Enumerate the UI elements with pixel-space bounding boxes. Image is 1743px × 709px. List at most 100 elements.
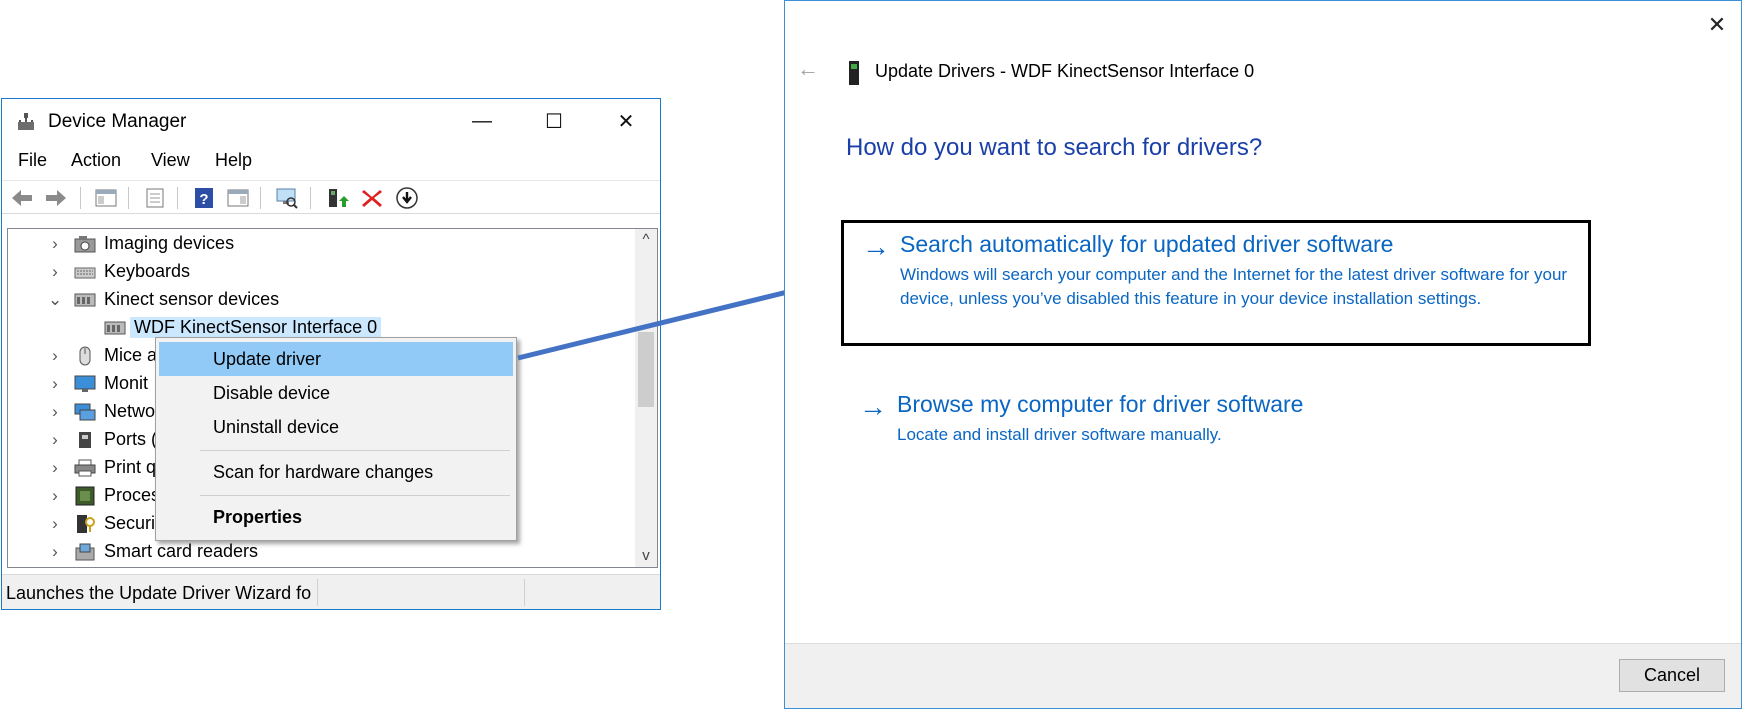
back-arrow-icon[interactable] <box>10 187 34 209</box>
tree-item-smart-card-readers[interactable]: › Smart card readers <box>8 538 628 566</box>
menu-separator <box>200 495 510 496</box>
collapse-chevron-icon[interactable]: ⌄ <box>48 290 62 310</box>
close-icon[interactable]: ✕ <box>1695 3 1739 47</box>
menu-item-label: Properties <box>213 507 303 527</box>
tree-item-label: Proces <box>104 485 161 505</box>
expand-chevron-icon[interactable]: › <box>48 374 62 394</box>
dialog-header: Update Drivers - WDF KinectSensor Interf… <box>875 61 1255 81</box>
menu-item-update-driver[interactable]: Update driver <box>159 342 513 376</box>
update-driver-icon[interactable] <box>325 187 349 209</box>
toolbar: ? <box>2 180 660 214</box>
printer-icon <box>74 459 96 477</box>
menu-item-scan-hardware[interactable]: Scan for hardware changes <box>159 455 513 489</box>
forward-arrow-icon[interactable] <box>44 187 68 209</box>
menu-item-label: Uninstall device <box>213 417 340 437</box>
title-bar[interactable]: Device Manager — ☐ ✕ <box>2 99 660 143</box>
cancel-button[interactable]: Cancel <box>1619 659 1725 692</box>
toolbar-separator <box>80 187 81 209</box>
window-title: Device Manager <box>48 111 187 132</box>
properties-icon[interactable] <box>143 187 167 209</box>
tree-item-label: Ports ( <box>104 429 158 449</box>
show-hide-console-tree-icon[interactable] <box>94 187 118 209</box>
menu-item-label: Update driver <box>213 349 322 369</box>
menu-item-label: Scan for hardware changes <box>213 462 434 482</box>
menu-action[interactable]: Action <box>71 150 121 171</box>
menu-item-uninstall-device[interactable]: Uninstall device <box>159 410 513 444</box>
expand-chevron-icon[interactable]: › <box>48 486 62 506</box>
network-icon <box>74 403 96 421</box>
tree-item-label: Netwo <box>104 401 156 421</box>
status-divider <box>524 579 525 606</box>
tree-item-imaging-devices[interactable]: › Imaging devices <box>8 230 628 258</box>
maximize-button[interactable]: ☐ <box>522 99 586 143</box>
expand-chevron-icon[interactable]: › <box>48 402 62 422</box>
expand-chevron-icon[interactable]: › <box>48 262 62 282</box>
tree-item-label: Imaging devices <box>104 233 235 253</box>
toolbar-separator <box>128 187 129 209</box>
port-icon <box>79 432 91 448</box>
menu-item-properties[interactable]: Properties <box>159 500 513 534</box>
status-text: Launches the Update Driver Wizard fo <box>6 583 312 603</box>
toolbar-separator <box>310 187 311 209</box>
minimize-button[interactable]: — <box>450 99 514 143</box>
monitor-icon <box>74 375 96 392</box>
tree-item-label: Keyboards <box>104 261 191 281</box>
tree-item-label: Kinect sensor devices <box>104 289 280 309</box>
scroll-down-icon[interactable]: v <box>635 545 657 567</box>
dialog-question: How do you want to search for drivers? <box>846 134 1263 161</box>
expand-chevron-icon[interactable]: › <box>48 514 62 534</box>
option-description: Windows will search your computer and th… <box>900 265 1568 308</box>
context-menu: Update driver Disable device Uninstall d… <box>155 337 517 541</box>
menu-help[interactable]: Help <box>215 150 252 171</box>
vertical-scrollbar[interactable]: ^ v <box>635 229 657 567</box>
security-icon <box>77 515 95 533</box>
update-drivers-dialog: ✕ ← Update Drivers - WDF KinectSensor In… <box>784 0 1742 709</box>
expand-chevron-icon[interactable]: › <box>48 430 62 450</box>
arrow-right-icon: → <box>859 391 887 422</box>
processor-icon <box>75 486 95 506</box>
kinect-sensor-icon <box>74 293 96 307</box>
menu-view[interactable]: View <box>151 150 190 171</box>
device-manager-icon <box>18 113 34 130</box>
expand-chevron-icon[interactable]: › <box>48 234 62 254</box>
toolbar-separator <box>260 187 261 209</box>
menu-item-disable-device[interactable]: Disable device <box>159 376 513 410</box>
mouse-icon <box>79 346 91 366</box>
enable-device-icon[interactable] <box>395 187 419 209</box>
status-divider <box>317 579 318 606</box>
dialog-footer: Cancel <box>785 643 1741 708</box>
smart-card-icon <box>75 543 95 561</box>
keyboard-icon <box>74 267 96 279</box>
expand-chevron-icon[interactable]: › <box>48 458 62 478</box>
tree-item-label: Print q <box>104 457 157 477</box>
toolbar-separator <box>177 187 178 209</box>
arrow-right-icon: → <box>862 231 890 262</box>
menu-file[interactable]: File <box>18 150 47 171</box>
search-automatically-option[interactable]: → Search automatically for updated drive… <box>841 220 1591 346</box>
kinect-sensor-icon <box>104 321 126 335</box>
tree-item-keyboards[interactable]: › Keyboards <box>8 258 628 286</box>
help-icon[interactable]: ? <box>192 187 216 209</box>
option-title: Search automatically for updated driver … <box>900 231 1394 257</box>
expand-chevron-icon[interactable]: › <box>48 346 62 366</box>
tree-item-label: Smart card readers <box>104 541 259 561</box>
device-icon <box>849 61 859 85</box>
browse-computer-option[interactable]: → Browse my computer for driver software… <box>841 383 1591 453</box>
action-pane-icon[interactable] <box>226 187 250 209</box>
scan-hardware-icon[interactable] <box>275 187 299 209</box>
menu-separator <box>200 450 510 451</box>
scroll-up-icon[interactable]: ^ <box>635 229 657 251</box>
option-title: Browse my computer for driver software <box>897 391 1304 417</box>
tree-item-label: Securit <box>104 513 161 533</box>
tree-item-kinect-sensor-devices[interactable]: ⌄ Kinect sensor devices <box>8 286 628 314</box>
tree-item-label: WDF KinectSensor Interface 0 <box>130 317 382 338</box>
tree-item-label: Monit <box>104 373 149 393</box>
menu-bar: File Action View Help <box>2 147 660 173</box>
scroll-thumb[interactable] <box>638 332 654 407</box>
close-button[interactable]: ✕ <box>594 99 658 143</box>
back-arrow-icon[interactable]: ← <box>797 56 827 82</box>
menu-item-label: Disable device <box>213 383 331 403</box>
svg-text:?: ? <box>199 191 208 208</box>
expand-chevron-icon[interactable]: › <box>48 542 62 562</box>
uninstall-device-icon[interactable] <box>360 187 384 209</box>
